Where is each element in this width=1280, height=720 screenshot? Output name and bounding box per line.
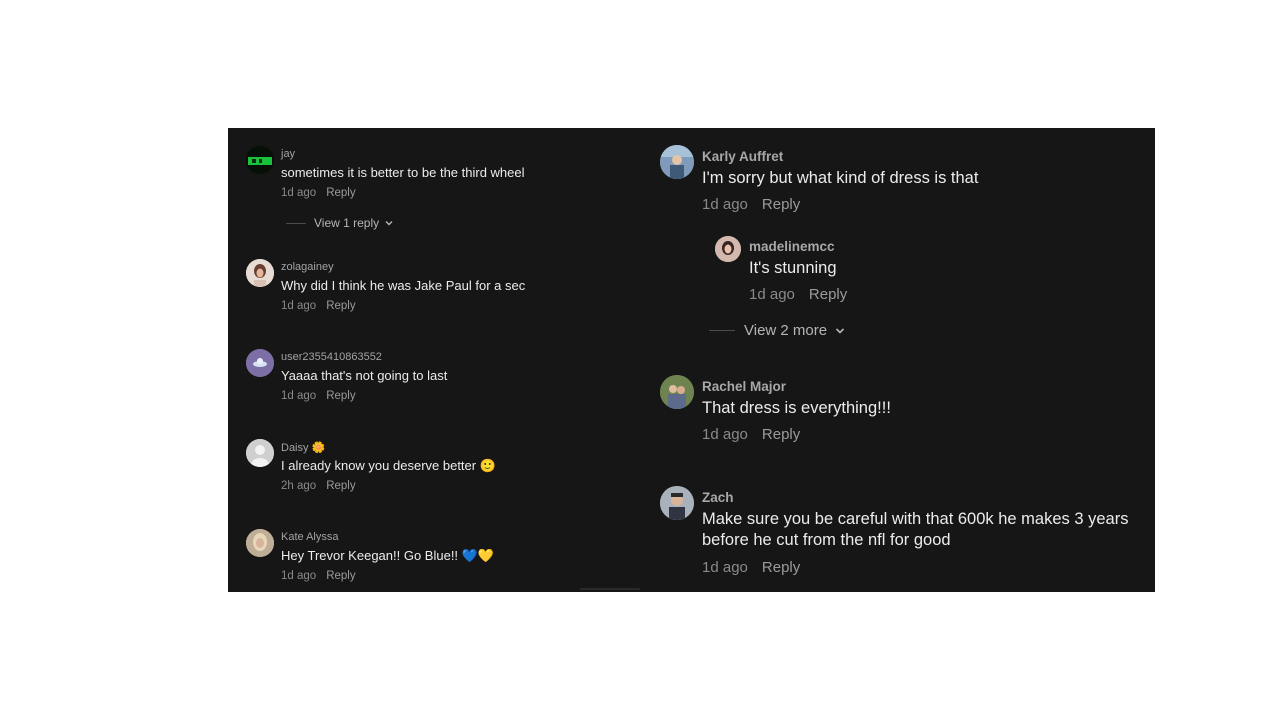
chevron-down-icon xyxy=(836,327,845,334)
comment-time: 1d ago xyxy=(702,196,748,213)
comment-time: 1d ago xyxy=(749,286,795,303)
comment-username[interactable]: Kate Alyssa xyxy=(281,531,338,543)
avatar[interactable] xyxy=(715,236,741,262)
avatar[interactable] xyxy=(246,349,274,377)
comment-username[interactable]: Rachel Major xyxy=(702,379,786,394)
view-replies-label: View 1 reply xyxy=(314,216,380,230)
scroll-indicator xyxy=(580,588,640,590)
comment-username[interactable]: madelinemcc xyxy=(749,239,835,254)
comment-meta: 1d ago Reply xyxy=(281,187,356,199)
comment-text: It's stunning xyxy=(749,259,837,277)
comment-time: 1d ago xyxy=(281,390,317,402)
avatar[interactable] xyxy=(660,486,694,520)
comment-meta: 2h ago Reply xyxy=(281,480,356,492)
comment-text: I'm sorry but what kind of dress is that xyxy=(702,169,979,187)
comment-time: 2h ago xyxy=(281,480,317,492)
avatar[interactable] xyxy=(660,375,694,409)
avatar[interactable] xyxy=(660,145,694,179)
avatar[interactable] xyxy=(246,439,274,467)
comment-text-line-2: before he cut from the nfl for good xyxy=(702,531,951,549)
comment-time: 1d ago xyxy=(281,300,317,312)
comment-time: 1d ago xyxy=(702,426,748,443)
reply-button[interactable]: Reply xyxy=(326,480,355,492)
comment-meta: 1d ago Reply xyxy=(702,196,800,213)
comment-time: 1d ago xyxy=(281,187,317,199)
comment-meta: 1d ago Reply xyxy=(281,570,356,582)
comment-meta: 1d ago Reply xyxy=(749,286,847,303)
chevron-down-icon xyxy=(385,221,393,226)
avatar[interactable] xyxy=(246,259,274,287)
reply-button[interactable]: Reply xyxy=(326,187,355,199)
comment-text: I already know you deserve better 🙂 xyxy=(281,458,496,473)
view-more-label: View 2 more xyxy=(744,322,828,339)
comment-meta: 1d ago Reply xyxy=(281,300,356,312)
reply-button[interactable]: Reply xyxy=(809,286,847,303)
view-replies-button[interactable]: View 1 reply xyxy=(286,216,394,230)
avatar[interactable] xyxy=(246,146,274,174)
comment-username[interactable]: Karly Auffret xyxy=(702,149,783,164)
comment-text: That dress is everything!!! xyxy=(702,399,891,417)
comments-panel: jay sometimes it is better to be the thi… xyxy=(228,128,1155,592)
reply-button[interactable]: Reply xyxy=(326,300,355,312)
comment-text: Why did I think he was Jake Paul for a s… xyxy=(281,278,526,293)
comment-text: Yaaaa that's not going to last xyxy=(281,368,448,383)
divider-line xyxy=(709,330,735,331)
divider-line xyxy=(286,222,306,224)
comment-meta: 1d ago Reply xyxy=(702,426,800,443)
comment-username[interactable]: jay xyxy=(281,148,295,160)
comment-time: 1d ago xyxy=(281,570,317,582)
reply-button[interactable]: Reply xyxy=(762,426,800,443)
comment-username[interactable]: Zach xyxy=(702,490,734,505)
view-more-replies-button[interactable]: View 2 more xyxy=(709,322,846,339)
reply-button[interactable]: Reply xyxy=(326,390,355,402)
reply-button[interactable]: Reply xyxy=(762,559,800,576)
comment-username[interactable]: Daisy 🌼 xyxy=(281,441,325,454)
avatar[interactable] xyxy=(246,529,274,557)
comment-text: sometimes it is better to be the third w… xyxy=(281,165,525,180)
comment-text-line-1: Make sure you be careful with that 600k … xyxy=(702,510,1129,528)
comment-username[interactable]: user2355410863552 xyxy=(281,351,382,363)
comment-time: 1d ago xyxy=(702,559,748,576)
comment-text: Hey Trevor Keegan!! Go Blue!! 💙💛 xyxy=(281,548,495,563)
comment-meta: 1d ago Reply xyxy=(702,559,800,576)
comment-username[interactable]: zolagainey xyxy=(281,261,334,273)
reply-button[interactable]: Reply xyxy=(762,196,800,213)
comment-meta: 1d ago Reply xyxy=(281,390,356,402)
reply-button[interactable]: Reply xyxy=(326,570,355,582)
